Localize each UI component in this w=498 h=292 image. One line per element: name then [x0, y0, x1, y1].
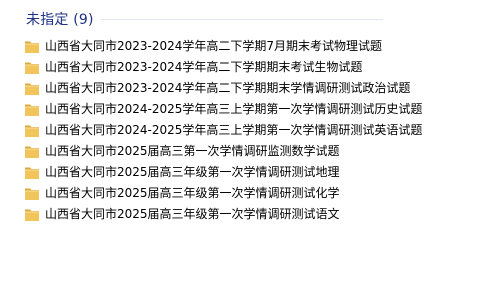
list-item[interactable]: 山西省大同市2023-2024学年高二下学期7月期末考试物理试题: [24, 36, 422, 57]
folder-icon: [24, 124, 40, 138]
folder-name: 山西省大同市2023-2024学年高二下学期期末学情调研测试政治试题: [45, 81, 411, 95]
folder-name: 山西省大同市2025届高三年级第一次学情调研测试语文: [45, 207, 340, 221]
folder-name: 山西省大同市2025届高三第一次学情调研监测数学试题: [45, 144, 340, 158]
folder-icon: [24, 61, 40, 75]
list-item[interactable]: 山西省大同市2023-2024学年高二下学期期末考试生物试题: [24, 57, 422, 78]
group-header-unspecified[interactable]: 未指定 (9): [26, 9, 94, 29]
folder-icon: [24, 103, 40, 117]
list-item[interactable]: 山西省大同市2025届高三第一次学情调研监测数学试题: [24, 141, 422, 162]
list-item[interactable]: 山西省大同市2025届高三年级第一次学情调研测试地理: [24, 162, 422, 183]
folder-icon: [24, 166, 40, 180]
list-item[interactable]: 山西省大同市2024-2025学年高三上学期第一次学情调研测试英语试题: [24, 120, 422, 141]
folder-icon: [24, 208, 40, 222]
group-divider: [101, 19, 383, 20]
list-item[interactable]: 山西省大同市2023-2024学年高二下学期期末学情调研测试政治试题: [24, 78, 422, 99]
folder-icon: [24, 82, 40, 96]
folder-name: 山西省大同市2023-2024学年高二下学期期末考试生物试题: [45, 60, 363, 74]
folder-name: 山西省大同市2025届高三年级第一次学情调研测试化学: [45, 186, 340, 200]
list-item[interactable]: 山西省大同市2024-2025学年高三上学期第一次学情调研测试历史试题: [24, 99, 422, 120]
list-item[interactable]: 山西省大同市2025届高三年级第一次学情调研测试语文: [24, 204, 422, 225]
group-title: 未指定 (9): [26, 12, 94, 28]
folder-icon: [24, 40, 40, 54]
folder-name: 山西省大同市2024-2025学年高三上学期第一次学情调研测试英语试题: [45, 123, 423, 137]
folder-name: 山西省大同市2024-2025学年高三上学期第一次学情调研测试历史试题: [45, 102, 423, 116]
folder-icon: [24, 145, 40, 159]
folder-icon: [24, 187, 40, 201]
list-item[interactable]: 山西省大同市2025届高三年级第一次学情调研测试化学: [24, 183, 422, 204]
folder-list: 山西省大同市2023-2024学年高二下学期7月期末考试物理试题 山西省大同市2…: [24, 36, 422, 225]
folder-name: 山西省大同市2023-2024学年高二下学期7月期末考试物理试题: [45, 39, 383, 53]
folder-name: 山西省大同市2025届高三年级第一次学情调研测试地理: [45, 165, 340, 179]
